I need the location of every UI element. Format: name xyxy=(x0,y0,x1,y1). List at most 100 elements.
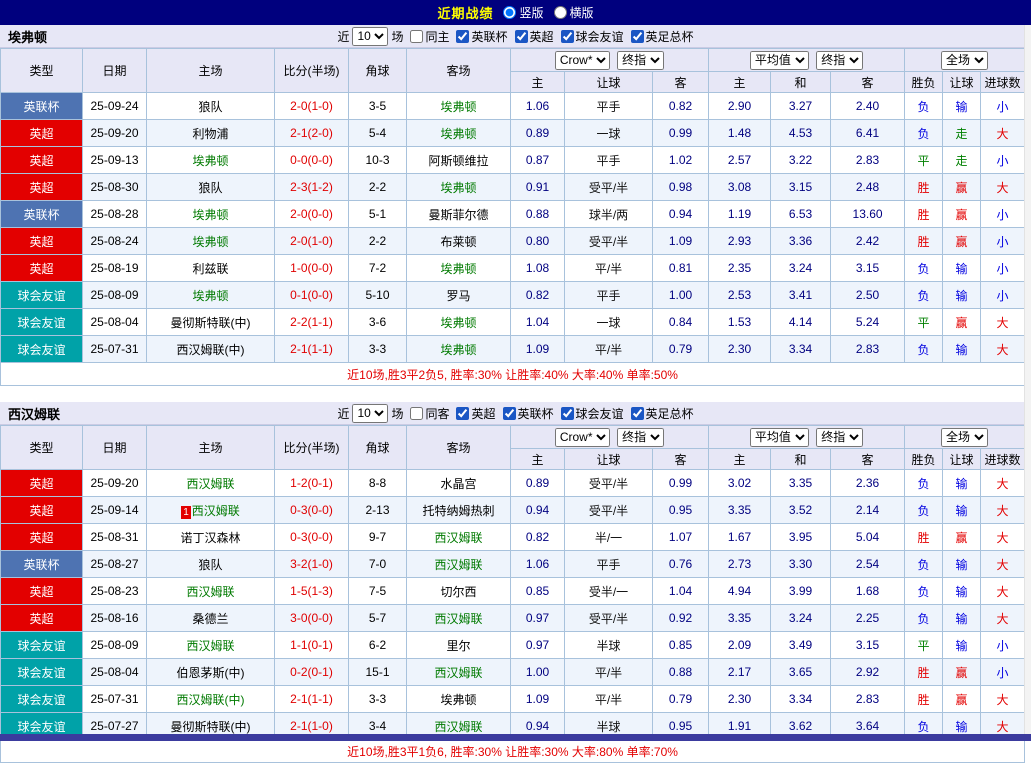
team-name[interactable]: 西汉姆联 xyxy=(8,404,60,423)
league-badge[interactable]: 英超 xyxy=(1,497,83,524)
league-badge[interactable]: 英超 xyxy=(1,255,83,282)
away-team[interactable]: 西汉姆联 xyxy=(407,605,511,632)
league-badge[interactable]: 英超 xyxy=(1,174,83,201)
score-link[interactable]: 0-2(0-1) xyxy=(275,659,349,686)
away-team[interactable]: 西汉姆联 xyxy=(407,659,511,686)
league-checkbox[interactable] xyxy=(561,30,574,43)
league-filter-4[interactable]: 英足总杯 xyxy=(631,28,694,45)
away-team[interactable]: 托特纳姆热刺 xyxy=(407,497,511,524)
home-team[interactable]: 伯恩茅斯(中) xyxy=(147,659,275,686)
away-team[interactable]: 切尔西 xyxy=(407,578,511,605)
home-team[interactable]: 西汉姆联(中) xyxy=(147,336,275,363)
league-checkbox[interactable] xyxy=(561,407,574,420)
score-link[interactable]: 2-0(1-0) xyxy=(275,228,349,255)
same-venue-filter[interactable]: 同主 xyxy=(410,28,449,45)
score-link[interactable]: 0-3(0-0) xyxy=(275,524,349,551)
score-link[interactable]: 1-1(0-1) xyxy=(275,632,349,659)
away-team[interactable]: 布莱顿 xyxy=(407,228,511,255)
away-team[interactable]: 水晶宫 xyxy=(407,470,511,497)
layout-vertical-radio[interactable]: 竖版 xyxy=(503,4,543,21)
league-badge[interactable]: 英超 xyxy=(1,524,83,551)
away-team[interactable]: 阿斯顿维拉 xyxy=(407,147,511,174)
score-link[interactable]: 2-3(1-2) xyxy=(275,174,349,201)
away-team[interactable]: 埃弗顿 xyxy=(407,686,511,713)
home-team[interactable]: 1西汉姆联 xyxy=(147,497,275,524)
layout-horizontal-radio[interactable]: 横版 xyxy=(554,4,594,21)
league-badge[interactable]: 英联杯 xyxy=(1,551,83,578)
match-count-select[interactable]: 10 xyxy=(352,27,388,46)
score-link[interactable]: 2-2(1-1) xyxy=(275,309,349,336)
score-link[interactable]: 2-1(1-1) xyxy=(275,686,349,713)
score-link[interactable]: 2-1(1-1) xyxy=(275,336,349,363)
league-badge[interactable]: 球会友谊 xyxy=(1,336,83,363)
away-team[interactable]: 里尔 xyxy=(407,632,511,659)
away-team[interactable]: 埃弗顿 xyxy=(407,336,511,363)
league-badge[interactable]: 英超 xyxy=(1,605,83,632)
home-team[interactable]: 诺丁汉森林 xyxy=(147,524,275,551)
scrollbar-track[interactable] xyxy=(1024,25,1031,734)
team-name[interactable]: 埃弗顿 xyxy=(8,27,47,46)
same-venue-checkbox[interactable] xyxy=(410,30,423,43)
home-team[interactable]: 埃弗顿 xyxy=(147,282,275,309)
league-filter-4[interactable]: 英足总杯 xyxy=(631,405,694,422)
away-team[interactable]: 罗马 xyxy=(407,282,511,309)
league-badge[interactable]: 球会友谊 xyxy=(1,659,83,686)
home-team[interactable]: 西汉姆联 xyxy=(147,632,275,659)
score-link[interactable]: 1-5(1-3) xyxy=(275,578,349,605)
league-badge[interactable]: 英超 xyxy=(1,120,83,147)
away-team[interactable]: 埃弗顿 xyxy=(407,255,511,282)
home-team[interactable]: 埃弗顿 xyxy=(147,201,275,228)
home-team[interactable]: 埃弗顿 xyxy=(147,147,275,174)
home-team[interactable]: 西汉姆联(中) xyxy=(147,686,275,713)
league-badge[interactable]: 英超 xyxy=(1,470,83,497)
league-badge[interactable]: 球会友谊 xyxy=(1,309,83,336)
away-team[interactable]: 埃弗顿 xyxy=(407,93,511,120)
score-link[interactable]: 2-0(1-0) xyxy=(275,93,349,120)
bookmaker-select[interactable]: Crow* xyxy=(555,428,610,447)
score-link[interactable]: 2-0(0-0) xyxy=(275,201,349,228)
league-checkbox[interactable] xyxy=(456,30,469,43)
europe-stage-select[interactable]: 终指 xyxy=(816,51,863,70)
league-checkbox[interactable] xyxy=(631,407,644,420)
league-badge[interactable]: 英超 xyxy=(1,228,83,255)
europe-stage-select[interactable]: 终指 xyxy=(816,428,863,447)
league-filter-1[interactable]: 英超 xyxy=(456,405,495,422)
away-team[interactable]: 西汉姆联 xyxy=(407,524,511,551)
home-team[interactable]: 狼队 xyxy=(147,174,275,201)
score-link[interactable]: 1-0(0-0) xyxy=(275,255,349,282)
score-link[interactable]: 3-2(1-0) xyxy=(275,551,349,578)
league-checkbox[interactable] xyxy=(503,407,516,420)
league-badge[interactable]: 球会友谊 xyxy=(1,282,83,309)
home-team[interactable]: 利兹联 xyxy=(147,255,275,282)
league-badge[interactable]: 球会友谊 xyxy=(1,632,83,659)
league-filter-1[interactable]: 英联杯 xyxy=(456,28,507,45)
horizontal-radio-input[interactable] xyxy=(554,6,567,19)
average-select[interactable]: 平均值 xyxy=(750,428,809,447)
home-team[interactable]: 桑德兰 xyxy=(147,605,275,632)
away-team[interactable]: 埃弗顿 xyxy=(407,309,511,336)
away-team[interactable]: 曼斯菲尔德 xyxy=(407,201,511,228)
league-checkbox[interactable] xyxy=(631,30,644,43)
match-count-select[interactable]: 10 xyxy=(352,404,388,423)
away-team[interactable]: 西汉姆联 xyxy=(407,551,511,578)
home-team[interactable]: 狼队 xyxy=(147,93,275,120)
fulltime-select[interactable]: 全场 xyxy=(941,428,988,447)
league-badge[interactable]: 英超 xyxy=(1,147,83,174)
bookmaker-select[interactable]: Crow* xyxy=(555,51,610,70)
league-checkbox[interactable] xyxy=(456,407,469,420)
away-team[interactable]: 埃弗顿 xyxy=(407,120,511,147)
average-select[interactable]: 平均值 xyxy=(750,51,809,70)
league-filter-3[interactable]: 球会友谊 xyxy=(561,405,624,422)
home-team[interactable]: 曼彻斯特联(中) xyxy=(147,309,275,336)
league-badge[interactable]: 球会友谊 xyxy=(1,686,83,713)
league-badge[interactable]: 英联杯 xyxy=(1,93,83,120)
home-team[interactable]: 利物浦 xyxy=(147,120,275,147)
vertical-radio-input[interactable] xyxy=(503,6,516,19)
same-venue-checkbox[interactable] xyxy=(410,407,423,420)
league-filter-2[interactable]: 英联杯 xyxy=(503,405,554,422)
handicap-stage-select[interactable]: 终指 xyxy=(617,51,664,70)
league-filter-2[interactable]: 英超 xyxy=(515,28,554,45)
home-team[interactable]: 西汉姆联 xyxy=(147,470,275,497)
league-badge[interactable]: 英超 xyxy=(1,578,83,605)
away-team[interactable]: 埃弗顿 xyxy=(407,174,511,201)
